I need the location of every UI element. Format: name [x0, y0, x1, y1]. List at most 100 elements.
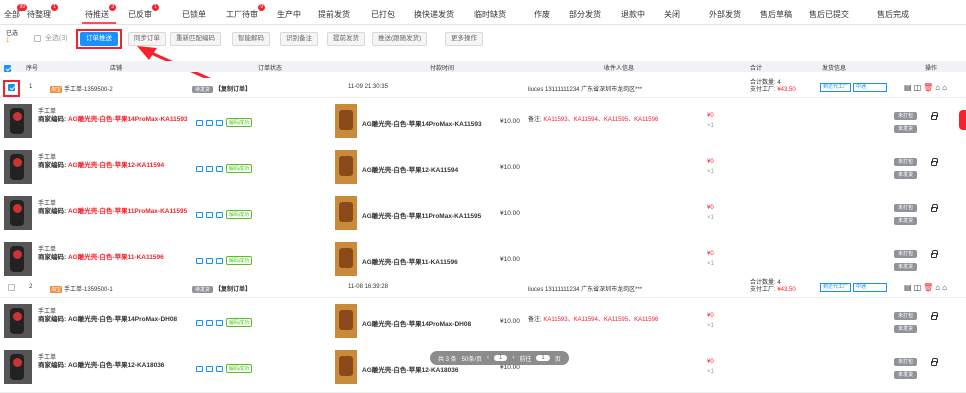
toolbar-button-4[interactable]: 识别备注: [280, 32, 318, 46]
tab-16[interactable]: 售后草稿: [760, 9, 792, 20]
order-checkbox[interactable]: [8, 284, 15, 291]
tab-12[interactable]: 部分发货: [569, 9, 601, 20]
item-icons: 解码成功: [196, 210, 253, 219]
edit-icon[interactable]: [196, 119, 203, 126]
tab-5[interactable]: 工厂待审 9: [226, 4, 265, 20]
tab-9[interactable]: 换快递发货: [414, 9, 454, 20]
item-lock-icon[interactable]: [931, 250, 938, 258]
total-qty: 合计数量: 4: [750, 280, 781, 286]
item-lock-icon[interactable]: [931, 358, 938, 366]
col-paytime: 付款时间: [430, 66, 455, 72]
doc-icon[interactable]: ▤: [904, 283, 914, 292]
header-checkbox[interactable]: [4, 65, 11, 72]
pager-size-select[interactable]: 50条/页: [462, 354, 482, 363]
tab-18[interactable]: 售后完成: [877, 9, 909, 20]
edit-icon[interactable]: [196, 165, 203, 172]
ship-status: 未发货: [894, 263, 918, 271]
total-qty: 合计数量: 4: [750, 80, 781, 86]
tab-14[interactable]: 关闭: [664, 9, 680, 20]
tab-7[interactable]: 提前发货: [318, 9, 350, 20]
select-all-checkbox[interactable]: [34, 34, 41, 42]
tab-17[interactable]: 售后已提交: [809, 9, 849, 20]
toolbar-button-5[interactable]: 提前发货: [327, 32, 365, 46]
tab-6[interactable]: 生产中: [277, 9, 301, 20]
image-icon[interactable]: [206, 257, 213, 264]
tab-label: 售后完成: [877, 10, 909, 19]
item-qty: ×1: [707, 323, 714, 329]
image-icon[interactable]: [206, 119, 213, 126]
item-code: 商家编码: AG雕光壳-白色-苹果12-KA11594: [38, 159, 164, 169]
tab-11[interactable]: 作废: [534, 9, 550, 20]
code-icon[interactable]: [216, 257, 223, 264]
tab-15[interactable]: 外部发货: [709, 9, 741, 20]
order-type: 【复制订单】: [215, 287, 252, 293]
tab-0[interactable]: 全部 99: [4, 4, 27, 20]
item-code-value: AG雕光壳-白色-苹果11-KA11596: [67, 254, 164, 261]
edit-icon[interactable]: [196, 319, 203, 326]
edit-icon[interactable]: [196, 257, 203, 264]
order-total: 合计数量: 4 支付工厂: ¥43.50: [750, 80, 796, 94]
table-header: 序号 店铺 订单状态 付款时间 收件人信息 合计 发货信息 操作: [0, 61, 966, 72]
select-all[interactable]: 全选(3): [34, 33, 68, 43]
item-lock-icon[interactable]: [931, 112, 938, 120]
code-icon[interactable]: [216, 211, 223, 218]
pack-status: 未打包: [894, 158, 918, 166]
doc-icon[interactable]: ▤: [904, 83, 914, 92]
product-figure: [339, 110, 353, 130]
unit-price: ¥10.00: [500, 256, 520, 263]
item-qty: ×1: [707, 261, 714, 267]
side-help-tab[interactable]: [959, 110, 966, 130]
item-amount: ¥0: [707, 113, 714, 119]
unlock-icon[interactable]: ⌂: [942, 283, 949, 292]
image-icon[interactable]: [206, 165, 213, 172]
delete-icon[interactable]: 🗑: [923, 83, 935, 92]
tab-2[interactable]: 待推送 3: [85, 4, 116, 20]
copy-icon[interactable]: ◫: [914, 83, 924, 92]
copy-icon[interactable]: ◫: [914, 283, 924, 292]
active-tab-indicator: [82, 22, 116, 24]
pager-next[interactable]: ›: [512, 355, 514, 361]
tab-13[interactable]: 退款中: [621, 9, 645, 20]
toolbar-button-6[interactable]: 推送(跟随发货): [372, 32, 428, 46]
item-lock-icon[interactable]: [931, 204, 938, 212]
thumb-logo: [13, 158, 22, 167]
ship-select[interactable]: 到达代工厂 中通: [820, 283, 888, 292]
item-lock-icon[interactable]: [931, 312, 938, 320]
ship-channel-select[interactable]: 到达代工厂: [820, 283, 852, 292]
image-icon[interactable]: [206, 211, 213, 218]
tab-1[interactable]: 待整理 1: [27, 4, 58, 20]
status-tabs: 全部 99 待整理 1 待推送 3 已反审 1 已锁单 工厂待审 9 生产中 提前发货 已打包 换快递发货 临…: [0, 0, 966, 25]
code-icon[interactable]: [216, 365, 223, 372]
pager-prev[interactable]: ‹: [487, 355, 489, 361]
ship-method-select[interactable]: 中通: [853, 83, 888, 92]
toolbar-button-7[interactable]: 更多操作: [445, 32, 483, 46]
item-icons: 解码成功: [196, 164, 253, 173]
unlock-icon[interactable]: ⌂: [942, 83, 949, 92]
item-icons: 解码成功: [196, 118, 253, 127]
tab-3[interactable]: 已反审 1: [128, 4, 159, 20]
edit-icon[interactable]: [196, 365, 203, 372]
pager-goto-input[interactable]: 1: [536, 355, 550, 361]
item-code-label: 商家编码:: [38, 316, 68, 323]
item-lock-icon[interactable]: [931, 158, 938, 166]
code-icon[interactable]: [216, 119, 223, 126]
platform-tag: 淘宝: [50, 85, 63, 93]
order-actions: ▤◫🗑⌂⌂: [904, 283, 949, 292]
delete-icon[interactable]: 🗑: [923, 283, 935, 292]
code-icon[interactable]: [216, 319, 223, 326]
tab-10[interactable]: 临时缺货: [474, 9, 506, 20]
edit-icon[interactable]: [196, 211, 203, 218]
ship-channel-select[interactable]: 到达代工厂: [820, 83, 852, 92]
pager-current[interactable]: 1: [494, 355, 508, 361]
code-icon[interactable]: [216, 165, 223, 172]
ship-method-select[interactable]: 中通: [853, 283, 888, 292]
tab-8[interactable]: 已打包: [371, 9, 395, 20]
image-icon[interactable]: [206, 319, 213, 326]
ship-status: 未发货: [894, 125, 918, 133]
tab-4[interactable]: 已锁单: [182, 9, 206, 20]
ship-select[interactable]: 到达代工厂 中通: [820, 83, 888, 92]
product-figure: [339, 202, 353, 222]
image-icon[interactable]: [206, 365, 213, 372]
selected-number: 1: [6, 38, 10, 44]
pager-unit: 页: [554, 356, 561, 363]
